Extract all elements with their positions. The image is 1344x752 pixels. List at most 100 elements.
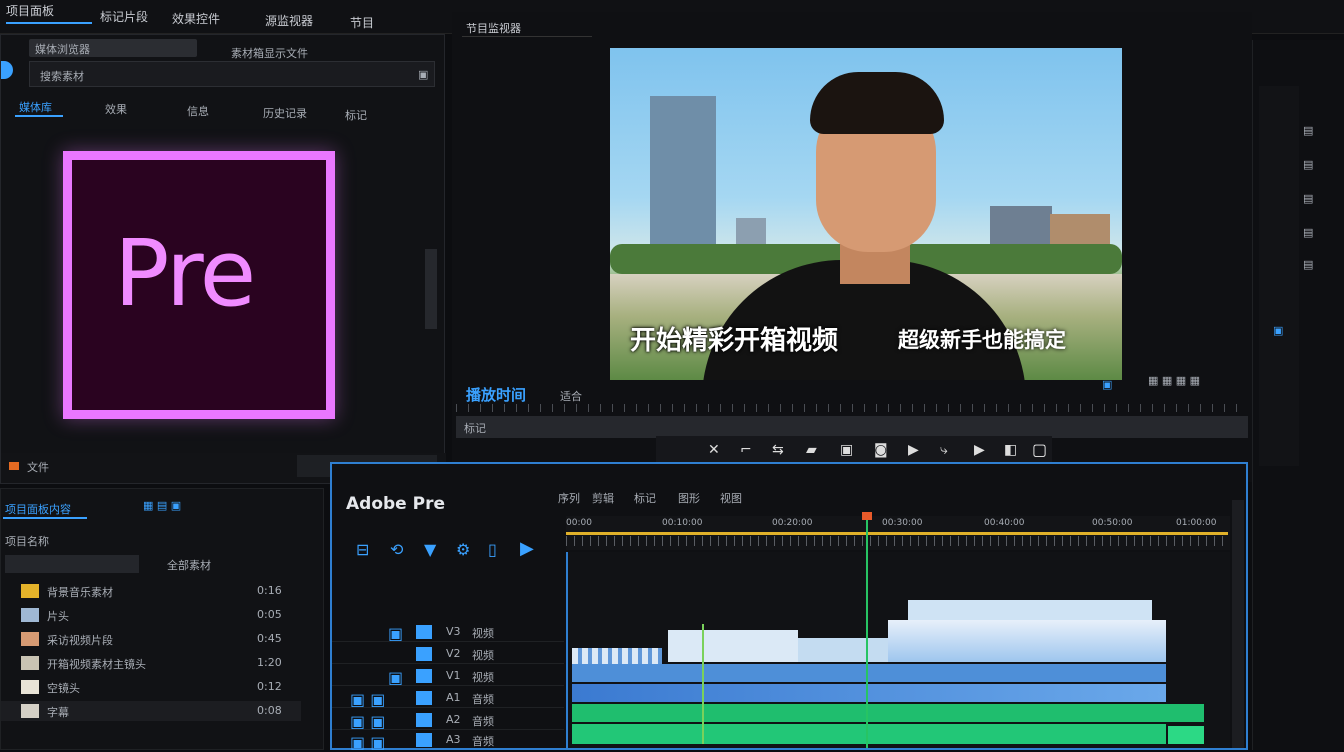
search-bar[interactable]: 搜索素材 ▣	[29, 61, 435, 87]
track-header[interactable]: ▣ V1 视频	[332, 666, 564, 687]
list-item[interactable]: 开箱视频素材主镜头 1:20	[1, 653, 301, 673]
export-frame-icon[interactable]: ▰	[806, 442, 817, 458]
track-target[interactable]	[416, 691, 432, 705]
project-filter[interactable]: 全部素材	[167, 557, 211, 573]
wrench-icon[interactable]: ⚙	[456, 540, 470, 559]
project-panel: 项目面板内容 ▦ ▤ ▣ 项目名称 全部素材 背景音乐素材 0:16 片头 0:…	[0, 488, 324, 750]
scrollbar[interactable]	[425, 249, 437, 329]
program-tab-label[interactable]: 节目监视器	[466, 20, 521, 36]
tab-media-library[interactable]: 媒体库	[19, 99, 52, 115]
mark-out-icon[interactable]: ⌐	[740, 442, 752, 458]
track-header[interactable]: ▣ ▣ A3 音频	[332, 732, 564, 752]
audio-clip[interactable]	[572, 704, 1204, 722]
video-clip[interactable]	[668, 630, 798, 662]
settings-icon[interactable]: ▣	[1102, 378, 1112, 391]
timeline-ruler[interactable]: 00:00 00:10:00 00:20:00 00:30:00 00:40:0…	[566, 516, 1230, 550]
list-item[interactable]: 背景音乐素材 0:16	[1, 581, 301, 601]
marker-icon[interactable]: ▼	[424, 540, 436, 559]
caption-track-icon[interactable]: ▯	[488, 540, 497, 559]
track-header[interactable]: ▣ ▣ A1 音频	[332, 688, 564, 709]
clip-thumbnail	[21, 704, 39, 718]
play-icon[interactable]: ▶	[520, 538, 534, 559]
panel-menu-icon[interactable]: ▣	[418, 68, 428, 81]
safe-margins-icon[interactable]: ◙	[874, 442, 888, 458]
tool-icon[interactable]: ▤	[1303, 226, 1313, 239]
clip-name: 空镜头	[47, 682, 80, 695]
scrub-bar[interactable]: 标记	[456, 416, 1248, 438]
list-item[interactable]: 空镜头 0:12	[1, 677, 301, 697]
video-clip[interactable]	[888, 620, 1166, 662]
step-forward-icon[interactable]: ⤷	[940, 442, 948, 458]
loop-icon[interactable]: ▣	[840, 442, 853, 458]
track-target[interactable]	[416, 625, 432, 639]
link-icon[interactable]: ⟲	[390, 540, 403, 559]
step-back-icon[interactable]: ⇆	[772, 442, 784, 458]
menu-item-4[interactable]: 节目	[350, 14, 374, 31]
record-icon[interactable]: ▣ ▣	[350, 733, 385, 752]
menu-item-1[interactable]: 标记片段	[100, 8, 148, 25]
snap-icon[interactable]: ⊟	[356, 540, 369, 559]
tab-history[interactable]: 历史记录	[263, 105, 307, 121]
playhead-handle[interactable]	[862, 512, 872, 520]
right-tools-panel: ▤ ▤ ▤ ▤ ▤ ▣	[1252, 40, 1344, 750]
playhead[interactable]	[866, 516, 868, 748]
tool-icon[interactable]: ▤	[1303, 158, 1313, 171]
timeline-menu-3[interactable]: 图形	[678, 490, 700, 506]
list-item[interactable]: 片头 0:05	[1, 605, 301, 625]
tool-icon[interactable]: ▣	[1273, 324, 1283, 337]
tool-icon[interactable]: ▤	[1303, 192, 1313, 205]
mark-in-icon[interactable]: ✕	[708, 442, 720, 458]
project-tab-label[interactable]: 项目面板内容	[5, 501, 71, 517]
track-header[interactable]: ▣ V3 视频	[332, 622, 564, 643]
list-item[interactable]: 采访视频片段 0:45	[1, 629, 301, 649]
media-browser-field[interactable]: 媒体浏览器	[29, 39, 197, 57]
tool-icon[interactable]: ▤	[1303, 258, 1313, 271]
timeline-menu-1[interactable]: 剪辑	[592, 490, 614, 506]
track-target[interactable]	[416, 669, 432, 683]
fit-dropdown[interactable]: 适合	[560, 388, 582, 404]
button-editor-icon[interactable]: ▢	[1032, 440, 1047, 459]
solo-icon[interactable]: ▣ ▣	[350, 712, 385, 731]
track-target[interactable]	[416, 647, 432, 661]
premiere-logo: Pre	[63, 151, 335, 419]
project-view-icons[interactable]: ▦ ▤ ▣	[143, 499, 181, 512]
tab-effects[interactable]: 效果	[105, 101, 127, 117]
menu-item-2[interactable]: 效果控件	[172, 10, 220, 27]
audio-clip[interactable]	[1168, 726, 1204, 744]
track-target[interactable]	[416, 733, 432, 747]
video-clip[interactable]	[798, 638, 888, 662]
monitor-ruler[interactable]	[456, 404, 1248, 412]
clip-duration: 0:08	[257, 704, 282, 717]
work-area-bar[interactable]	[566, 532, 1228, 535]
source-tab-label[interactable]: 素材箱显示文件	[231, 45, 308, 61]
eye-icon[interactable]: ▣	[388, 668, 403, 687]
timeline-scrollbar[interactable]	[1232, 500, 1244, 748]
track-target[interactable]	[416, 713, 432, 727]
monitor-tools[interactable]: ▦ ▦ ▦ ▦	[1148, 374, 1200, 387]
audio-clip[interactable]	[572, 724, 1166, 744]
audio-clip[interactable]	[572, 684, 1166, 702]
list-item[interactable]: 字幕 0:08	[1, 701, 301, 721]
mute-icon[interactable]: ▣ ▣	[350, 690, 385, 709]
info-icon[interactable]	[1, 61, 13, 79]
timeline-menu-0[interactable]: 序列	[558, 490, 580, 506]
video-clip[interactable]	[572, 648, 662, 664]
extract-icon[interactable]: ◧	[1004, 442, 1017, 458]
tool-icon[interactable]: ▤	[1303, 124, 1313, 137]
track-header[interactable]: V2 视频	[332, 644, 564, 664]
audio-clip[interactable]	[572, 664, 1166, 682]
project-filter-field[interactable]	[5, 555, 139, 573]
menu-item-0[interactable]: 项目面板	[6, 2, 54, 19]
lift-icon[interactable]: ▶	[974, 442, 985, 458]
timeline-menu-4[interactable]: 视图	[720, 490, 742, 506]
tab-info[interactable]: 信息	[187, 103, 209, 119]
tracks-area[interactable]	[566, 512, 1230, 748]
track-header[interactable]: ▣ ▣ A2 音频	[332, 710, 564, 731]
video-clip[interactable]	[908, 600, 1152, 622]
tab-markers[interactable]: 标记	[345, 107, 367, 123]
menu-item-3[interactable]: 源监视器	[265, 12, 313, 29]
play-icon[interactable]: ▶	[908, 442, 919, 458]
lock-icon[interactable]: ▣	[388, 624, 403, 643]
timeline-menu-2[interactable]: 标记	[634, 490, 656, 506]
track-name: V2	[446, 647, 461, 660]
